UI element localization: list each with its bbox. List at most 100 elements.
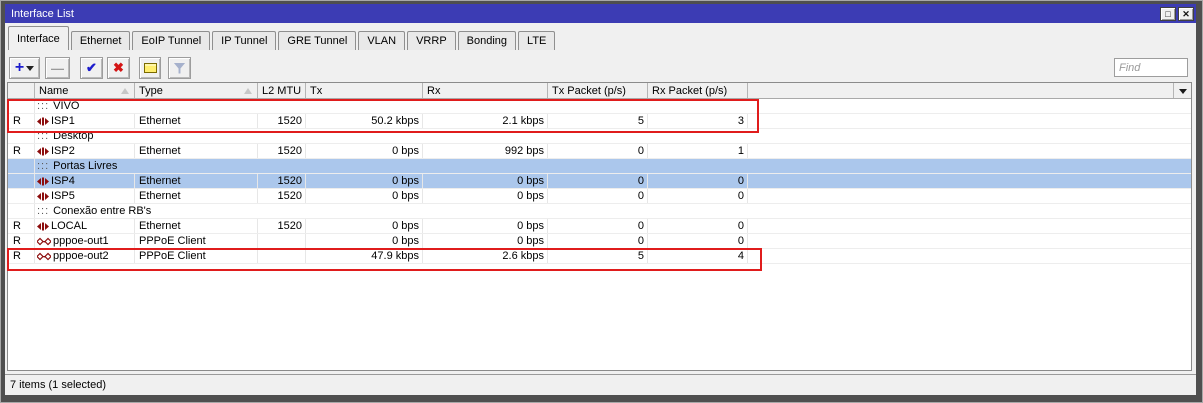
tx-value: 50.2 kbps bbox=[306, 114, 423, 128]
remove-button[interactable]: — bbox=[45, 57, 70, 79]
interface-type: Ethernet bbox=[135, 189, 258, 203]
tab-interface[interactable]: Interface bbox=[8, 26, 69, 50]
check-icon: ✔ bbox=[86, 60, 97, 75]
rx-value: 2.6 kbps bbox=[423, 249, 548, 263]
rx-packet-value: 0 bbox=[648, 174, 748, 188]
window-controls: □ ✕ bbox=[1160, 6, 1194, 21]
interface-name: ISP1 bbox=[51, 115, 75, 127]
rx-value: 992 bps bbox=[423, 144, 548, 158]
tx-packet-value: 0 bbox=[548, 234, 648, 248]
interface-type: Ethernet bbox=[135, 174, 258, 188]
header-flag[interactable] bbox=[8, 83, 35, 98]
disable-button[interactable]: ✖ bbox=[107, 57, 130, 79]
table-row[interactable]: R pppoe-out1 PPPoE Client 0 bps 0 bps 0 … bbox=[8, 234, 1191, 249]
header-rx-packet[interactable]: Rx Packet (p/s) bbox=[648, 83, 748, 98]
tx-value: 0 bps bbox=[306, 189, 423, 203]
row-flag bbox=[8, 189, 35, 203]
pppoe-interface-icon bbox=[37, 237, 51, 246]
ethernet-interface-icon bbox=[37, 222, 49, 231]
comment-prefix: ::: bbox=[37, 100, 50, 112]
tab-bonding[interactable]: Bonding bbox=[457, 31, 517, 50]
tx-packet-value: 0 bbox=[548, 174, 648, 188]
header-l2mtu[interactable]: L2 MTU bbox=[258, 83, 306, 98]
rx-value: 0 bps bbox=[423, 234, 548, 248]
find-input[interactable] bbox=[1114, 58, 1188, 77]
interface-type: Ethernet bbox=[135, 144, 258, 158]
ethernet-interface-icon bbox=[37, 117, 49, 126]
tab-vlan[interactable]: VLAN bbox=[358, 31, 406, 50]
tab-ip-tunnel[interactable]: IP Tunnel bbox=[212, 31, 277, 50]
note-icon bbox=[143, 63, 157, 73]
add-button[interactable]: + bbox=[9, 57, 40, 79]
comment-row[interactable]: ::: Portas Livres bbox=[8, 159, 1191, 174]
comment-text: Portas Livres bbox=[53, 160, 118, 172]
comment-row[interactable]: ::: Conexão entre RB's bbox=[8, 204, 1191, 219]
tx-packet-value: 0 bbox=[548, 144, 648, 158]
table-row[interactable]: R pppoe-out2 PPPoE Client 47.9 kbps 2.6 … bbox=[8, 249, 1191, 264]
header-filler bbox=[748, 83, 1173, 98]
comment-text: Conexão entre RB's bbox=[53, 205, 152, 217]
tab-lte[interactable]: LTE bbox=[518, 31, 556, 50]
minus-icon: — bbox=[51, 60, 64, 76]
table-row[interactable]: ISP4 Ethernet 1520 0 bps 0 bps 0 0 bbox=[8, 174, 1191, 189]
ethernet-interface-icon bbox=[37, 177, 49, 186]
maximize-icon[interactable]: □ bbox=[1160, 6, 1176, 21]
rx-packet-value: 1 bbox=[648, 144, 748, 158]
cross-icon: ✖ bbox=[113, 60, 124, 75]
interface-list-window: Interface List □ ✕ Interface Ethernet Eo… bbox=[0, 0, 1203, 403]
tab-eoip-tunnel[interactable]: EoIP Tunnel bbox=[132, 31, 211, 50]
filter-button[interactable] bbox=[168, 57, 191, 79]
header-rx[interactable]: Rx bbox=[423, 83, 548, 98]
pppoe-interface-icon bbox=[37, 252, 51, 261]
interface-table: Name Type L2 MTU Tx Rx Tx Packet (p/s) R… bbox=[7, 82, 1192, 371]
tx-value: 47.9 kbps bbox=[306, 249, 423, 263]
comment-row[interactable]: ::: Desktop bbox=[8, 129, 1191, 144]
rx-value: 2.1 kbps bbox=[423, 114, 548, 128]
window-title: Interface List bbox=[11, 7, 74, 20]
l2mtu-value: 1520 bbox=[258, 174, 306, 188]
header-name[interactable]: Name bbox=[35, 83, 135, 98]
comment-text: VIVO bbox=[53, 100, 80, 112]
table-row[interactable]: ISP5 Ethernet 1520 0 bps 0 bps 0 0 bbox=[8, 189, 1191, 204]
enable-button[interactable]: ✔ bbox=[80, 57, 103, 79]
interface-type: Ethernet bbox=[135, 114, 258, 128]
tx-value: 0 bps bbox=[306, 174, 423, 188]
column-select-button[interactable] bbox=[1173, 83, 1191, 98]
table-row[interactable]: R ISP1 Ethernet 1520 50.2 kbps 2.1 kbps … bbox=[8, 114, 1191, 129]
row-flag: R bbox=[8, 144, 35, 158]
tab-gre-tunnel[interactable]: GRE Tunnel bbox=[278, 31, 357, 50]
tab-vrrp[interactable]: VRRP bbox=[407, 31, 456, 50]
items-count: 7 items (1 selected) bbox=[10, 379, 106, 391]
interface-type: PPPoE Client bbox=[135, 234, 258, 248]
comment-prefix: ::: bbox=[37, 130, 50, 142]
row-flag: R bbox=[8, 219, 35, 233]
table-row[interactable]: R LOCAL Ethernet 1520 0 bps 0 bps 0 0 bbox=[8, 219, 1191, 234]
rx-value: 0 bps bbox=[423, 219, 548, 233]
status-bar: 7 items (1 selected) bbox=[5, 374, 1196, 395]
rx-packet-value: 4 bbox=[648, 249, 748, 263]
tx-value: 0 bps bbox=[306, 144, 423, 158]
l2mtu-value: 1520 bbox=[258, 189, 306, 203]
rx-packet-value: 0 bbox=[648, 219, 748, 233]
tab-strip: Interface Ethernet EoIP Tunnel IP Tunnel… bbox=[5, 24, 1196, 50]
l2mtu-value bbox=[258, 249, 306, 263]
interface-name: LOCAL bbox=[51, 220, 88, 232]
tab-ethernet[interactable]: Ethernet bbox=[70, 31, 131, 50]
close-icon[interactable]: ✕ bbox=[1178, 6, 1194, 21]
header-type[interactable]: Type bbox=[135, 83, 258, 98]
row-flag bbox=[8, 174, 35, 188]
table-row[interactable]: R ISP2 Ethernet 1520 0 bps 992 bps 0 1 bbox=[8, 144, 1191, 159]
comment-button[interactable] bbox=[139, 57, 161, 79]
interface-name: ISP2 bbox=[51, 145, 75, 157]
rx-value: 0 bps bbox=[423, 189, 548, 203]
comment-row[interactable]: ::: VIVO bbox=[8, 99, 1191, 114]
header-tx[interactable]: Tx bbox=[306, 83, 423, 98]
table-header: Name Type L2 MTU Tx Rx Tx Packet (p/s) R… bbox=[8, 83, 1191, 99]
rx-value: 0 bps bbox=[423, 174, 548, 188]
comment-text: Desktop bbox=[53, 130, 94, 142]
title-bar[interactable]: Interface List □ ✕ bbox=[5, 4, 1196, 23]
row-flag: R bbox=[8, 234, 35, 248]
header-tx-packet[interactable]: Tx Packet (p/s) bbox=[548, 83, 648, 98]
tx-packet-value: 5 bbox=[548, 249, 648, 263]
chevron-down-icon bbox=[26, 65, 35, 71]
